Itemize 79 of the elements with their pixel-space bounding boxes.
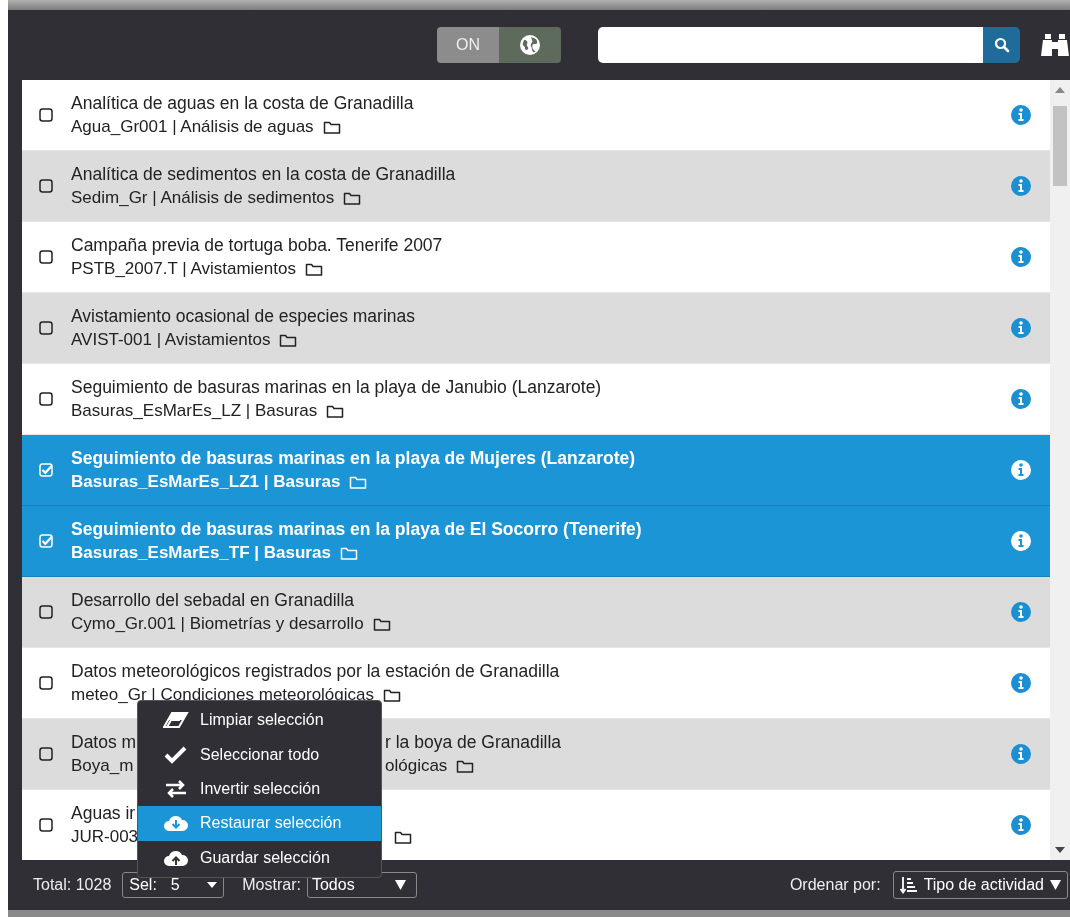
checkbox[interactable] [39,108,53,122]
scroll-down-icon[interactable] [1054,846,1066,854]
caret-icon [1050,880,1061,890]
row-subtitle: Basuras_EsMarEs_LZ1 | Basuras [71,472,341,492]
row-title: Analítica de aguas en la costa de Granadilla [71,93,414,114]
info-icon[interactable] [1010,601,1032,623]
row-title: Analítica de sedimentos en la costa de Granadilla [71,164,456,185]
checkbox[interactable] [39,250,53,264]
checkbox[interactable] [39,321,53,335]
checkbox[interactable] [39,818,53,832]
folder-icon[interactable] [304,261,323,277]
folder-icon[interactable] [394,829,412,845]
row-subtitle: ológicas [385,756,448,776]
total-count: Total: 1028 [33,876,112,894]
folder-icon[interactable] [383,687,401,703]
search-field[interactable] [597,27,984,63]
info-icon[interactable] [1010,814,1032,836]
sort-dropdown[interactable]: Tipo de actividad [892,871,1068,899]
list-row[interactable]: Desarrollo del sebadal en Granadilla Cymo_Gr.001 | Biometrías y desarrollo [22,577,1050,648]
row-subtitle: Basuras_EsMarEs_TF | Basuras [71,543,331,563]
row-subtitle: Cymo_Gr.001 | Biometrías y desarrollo [71,614,364,634]
globe-icon [518,34,541,56]
row-title: Seguimiento de basuras marinas en la playa de Mujeres (Lanzarote) [71,448,636,469]
checkbox[interactable] [39,605,53,619]
show-label: Mostrar: [242,876,301,894]
row-title: r la boya de Granadilla [385,732,562,753]
folder-icon[interactable] [326,403,345,419]
info-icon[interactable] [1010,317,1032,339]
row-subtitle: JUR-003 [71,827,139,846]
caret-icon [394,880,406,890]
row-title: Desarrollo del sebadal en Granadilla [71,590,355,611]
row-title: Datos meteorológicos registrados por la estación de Granadilla [71,661,560,682]
row-subtitle: Basuras_EsMarEs_LZ | Basuras [71,401,318,421]
search-icon [993,37,1010,53]
list-row[interactable]: Avistamiento ocasional de especies marinas AVIST-001 | Avistamientos [22,293,1050,364]
scroll-thumb[interactable] [1053,106,1067,186]
info-icon[interactable] [1010,104,1032,126]
row-title: Aguas ir [71,803,136,823]
row-subtitle: Sedim_Gr | Análisis de sedimentos [71,188,335,208]
row-subtitle: PSTB_2007.T | Avistamientos [71,259,296,279]
menu-item[interactable]: Seleccionar todo [138,737,381,772]
scrollbar[interactable] [1050,80,1070,860]
folder-icon[interactable] [372,616,391,632]
info-icon[interactable] [1010,246,1032,268]
eraser-icon [163,710,189,731]
info-icon[interactable] [1010,743,1032,765]
sort-label: Ordenar por: [789,876,881,894]
search-button[interactable] [983,27,1021,63]
checkbox[interactable] [39,747,53,761]
swap-arrows-icon [163,778,189,799]
folder-icon[interactable] [456,758,475,774]
row-title: Avistamiento ocasional de especies marinas [71,306,416,327]
list-row[interactable]: Analítica de sedimentos en la costa de Granadilla Sedim_Gr | Análisis de sedimentos [22,151,1050,222]
show-dropdown[interactable]: Todos [306,872,417,898]
cloud-download-icon [163,813,189,834]
check-icon [163,744,189,765]
caret-icon [207,882,218,888]
row-subtitle: Agua_Gr001 | Análisis de aguas [71,117,314,137]
folder-icon[interactable] [343,190,362,206]
row-subtitle: AVIST-001 | Avistamientos [71,330,271,350]
info-icon[interactable] [1010,175,1032,197]
info-icon[interactable] [1010,672,1032,694]
info-icon[interactable] [1010,459,1032,481]
scroll-up-icon[interactable] [1054,86,1066,94]
checkbox[interactable] [39,676,53,690]
checkbox[interactable] [39,392,53,406]
row-title: Datos m [71,732,137,752]
row-title: Seguimiento de basuras marinas en la playa de Janubio (Lanzarote) [71,377,602,398]
folder-icon[interactable] [322,119,341,135]
info-icon[interactable] [1010,388,1032,410]
row-title: Campaña previa de tortuga boba. Tenerife 2007 [71,235,443,256]
folder-icon[interactable] [279,332,298,348]
selection-dropdown[interactable]: Sel: 5 [122,872,225,898]
info-icon[interactable] [1010,530,1032,552]
row-title: Seguimiento de basuras marinas en la playa de El Socorro (Tenerife) [71,519,642,540]
row-subtitle: Boya_m [71,756,134,775]
sort-icon [899,876,918,894]
binoculars-icon[interactable] [1040,32,1070,58]
checkbox[interactable] [39,179,53,193]
